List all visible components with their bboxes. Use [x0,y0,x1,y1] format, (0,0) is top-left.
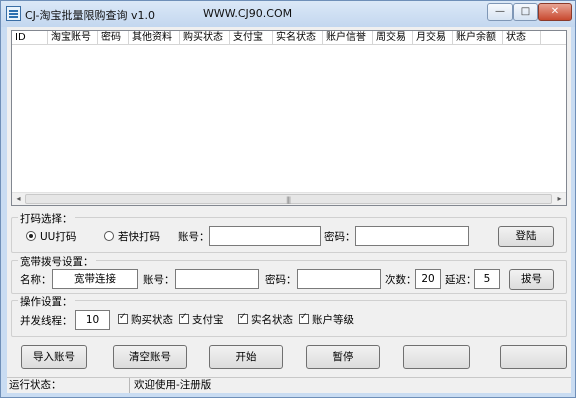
broadband-password-label: 密码： [265,274,297,286]
app-window: CJ-淘宝批量限购查询 v1.0 WWW.CJ90.COM — □ ✕ ID 淘… [0,0,576,398]
connection-name-label: 名称： [20,274,52,286]
column-header-monthly-trade[interactable]: 月交易 [413,31,453,45]
radio-ruokuai-captcha-label: 若快打码 [118,231,160,243]
import-accounts-button[interactable]: 导入账号 [21,345,87,369]
check-alipay[interactable] [179,312,189,324]
dial-delay-input[interactable]: 5 [474,269,500,289]
extra-button-2[interactable] [500,345,567,369]
clear-accounts-button[interactable]: 清空账号 [113,345,187,369]
title-bar[interactable]: CJ-淘宝批量限购查询 v1.0 WWW.CJ90.COM — □ ✕ [1,1,575,27]
dial-count-input[interactable]: 20 [415,269,441,289]
login-button[interactable]: 登陆 [498,226,554,247]
app-icon [6,6,21,21]
broadband-account-input[interactable] [175,269,259,289]
check-realname-status[interactable] [238,312,248,324]
radio-ruokuai-captcha[interactable] [104,231,114,241]
window-title: CJ-淘宝批量限购查询 v1.0 [25,9,156,22]
check-account-level-label: 账户等级 [312,314,354,326]
check-realname-status-label: 实名状态 [251,314,293,326]
captcha-group: 打码选择： UU打码 若快打码 账号： 密码： 登陆 [11,211,567,253]
dial-delay-label: 延迟： [445,274,477,286]
check-alipay-label: 支付宝 [192,314,224,326]
start-button[interactable]: 开始 [209,345,283,369]
column-header-taobao-account[interactable]: 淘宝账号 [48,31,98,45]
account-list-view[interactable]: ID 淘宝账号 密码 其他资料 购买状态 支付宝 实名状态 账户信誉 周交易 月… [11,30,567,206]
broadband-group: 宽带拨号设置： 名称： 宽带连接 账号： 密码： 次数： 20 延迟： 5 拔号 [11,254,567,294]
minimize-button[interactable]: — [487,3,513,21]
column-header-id[interactable]: ID [12,31,48,45]
column-header-purchase-status[interactable]: 购买状态 [180,31,230,45]
column-header-status[interactable]: 状态 [503,31,541,45]
scrollbar-thumb[interactable]: ||| [25,194,552,204]
column-header-weekly-trade[interactable]: 周交易 [373,31,413,45]
captcha-password-input[interactable] [355,226,469,246]
captcha-account-input[interactable] [209,226,321,246]
close-button[interactable]: ✕ [538,3,572,21]
maximize-button[interactable]: □ [513,3,538,21]
broadband-group-title: 宽带拨号设置： [18,254,96,269]
captcha-password-label: 密码： [324,231,356,243]
pause-button[interactable]: 暂停 [306,345,380,369]
column-header-realname-status[interactable]: 实名状态 [273,31,323,45]
threads-input[interactable]: 10 [75,310,110,330]
status-bar: 运行状态： 欢迎使用-注册版 [7,377,571,393]
dial-button[interactable]: 拔号 [509,269,554,290]
extra-button-1[interactable] [403,345,470,369]
check-account-level[interactable] [299,312,309,324]
column-header-alipay[interactable]: 支付宝 [230,31,273,45]
status-label: 运行状态： [7,378,130,393]
scroll-left-arrow-icon[interactable]: ◂ [12,193,25,205]
radio-uu-captcha-label: UU打码 [40,231,77,243]
scroll-right-arrow-icon[interactable]: ▸ [553,193,566,205]
horizontal-scrollbar[interactable]: ◂ ||| ▸ [12,192,566,205]
column-header-credit[interactable]: 账户信誉 [323,31,373,45]
captcha-group-title: 打码选择： [18,211,75,226]
check-purchase-status[interactable] [118,312,128,324]
column-header-balance[interactable]: 账户余额 [453,31,503,45]
status-message: 欢迎使用-注册版 [134,379,212,391]
operation-group: 操作设置： 并发线程： 10 购买状态 支付宝 实名状态 账户等级 [11,294,567,337]
connection-name-input[interactable]: 宽带连接 [52,269,138,289]
broadband-password-input[interactable] [297,269,381,289]
operation-group-title: 操作设置： [18,294,75,309]
website-url-label: WWW.CJ90.COM [203,7,293,20]
broadband-account-label: 账号： [143,274,175,286]
captcha-account-label: 账号： [178,231,210,243]
scrollbar-grip-icon: ||| [286,196,291,204]
column-header-other-info[interactable]: 其他资料 [129,31,180,45]
threads-label: 并发线程： [20,315,73,327]
client-area: ID 淘宝账号 密码 其他资料 购买状态 支付宝 实名状态 账户信誉 周交易 月… [7,27,571,393]
column-header-password[interactable]: 密码 [98,31,129,45]
dial-count-label: 次数： [385,274,417,286]
radio-uu-captcha[interactable] [26,231,36,241]
list-header: ID 淘宝账号 密码 其他资料 购买状态 支付宝 实名状态 账户信誉 周交易 月… [12,31,566,45]
check-purchase-status-label: 购买状态 [131,314,173,326]
